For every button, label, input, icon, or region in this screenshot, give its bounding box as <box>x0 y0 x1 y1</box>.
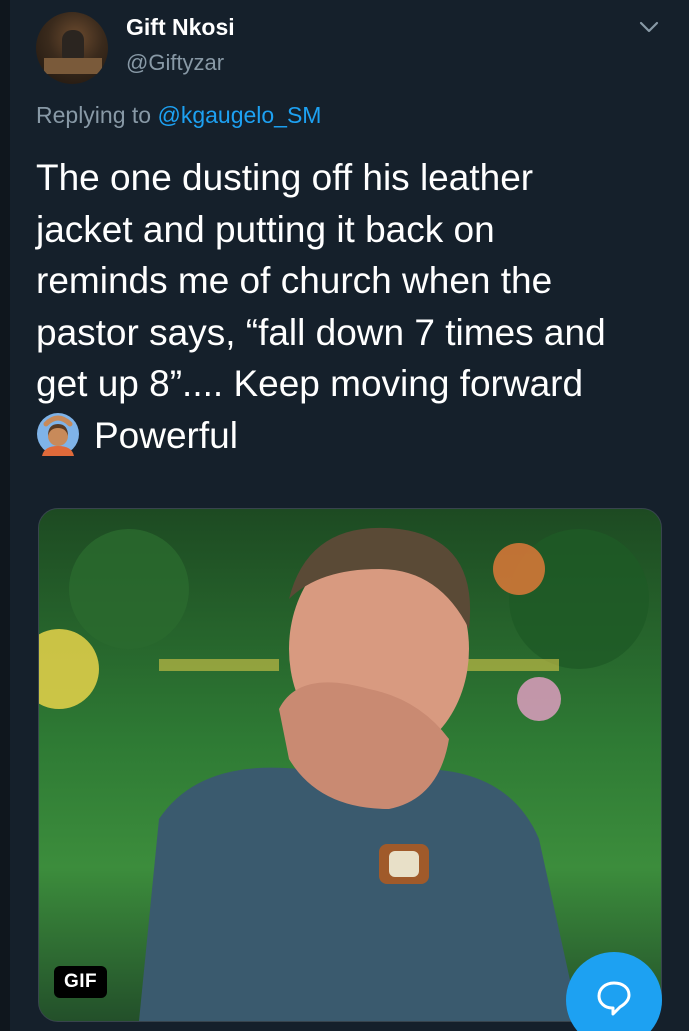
user-handle[interactable]: @Giftyzar <box>126 50 224 76</box>
tweet-line: jacket and putting it back on <box>36 208 495 250</box>
gif-media[interactable] <box>38 508 662 1022</box>
avatar-desk <box>44 58 102 74</box>
gif-image <box>39 509 661 1021</box>
tweet-text: The one dusting off his leather jacket a… <box>36 152 676 461</box>
tweet: Gift Nkosi @Giftyzar Replying to @kgauge… <box>0 0 689 1031</box>
reply-bubble-icon <box>597 981 631 1016</box>
gif-badge: GIF <box>54 966 108 998</box>
replying-to: Replying to @kgaugelo_SM <box>36 102 321 129</box>
display-name[interactable]: Gift Nkosi <box>126 14 235 41</box>
chevron-down-icon[interactable] <box>636 14 662 40</box>
tweet-line-last: Powerful <box>36 410 676 462</box>
replying-to-label: Replying to <box>36 102 152 128</box>
tweet-line: reminds me of church when the <box>36 260 553 301</box>
tweet-line: get up 8”.... Keep moving forward <box>36 363 584 404</box>
reply-mention-link[interactable]: @kgaugelo_SM <box>157 102 321 128</box>
tweet-line: Powerful <box>94 414 238 456</box>
tweet-line: pastor says, “fall down 7 times and <box>36 311 606 353</box>
avatar[interactable] <box>36 12 108 84</box>
avatar-person <box>62 30 84 60</box>
tweet-line: The one dusting off his leather <box>36 157 534 198</box>
person-gesturing-ok-emoji <box>36 412 80 456</box>
